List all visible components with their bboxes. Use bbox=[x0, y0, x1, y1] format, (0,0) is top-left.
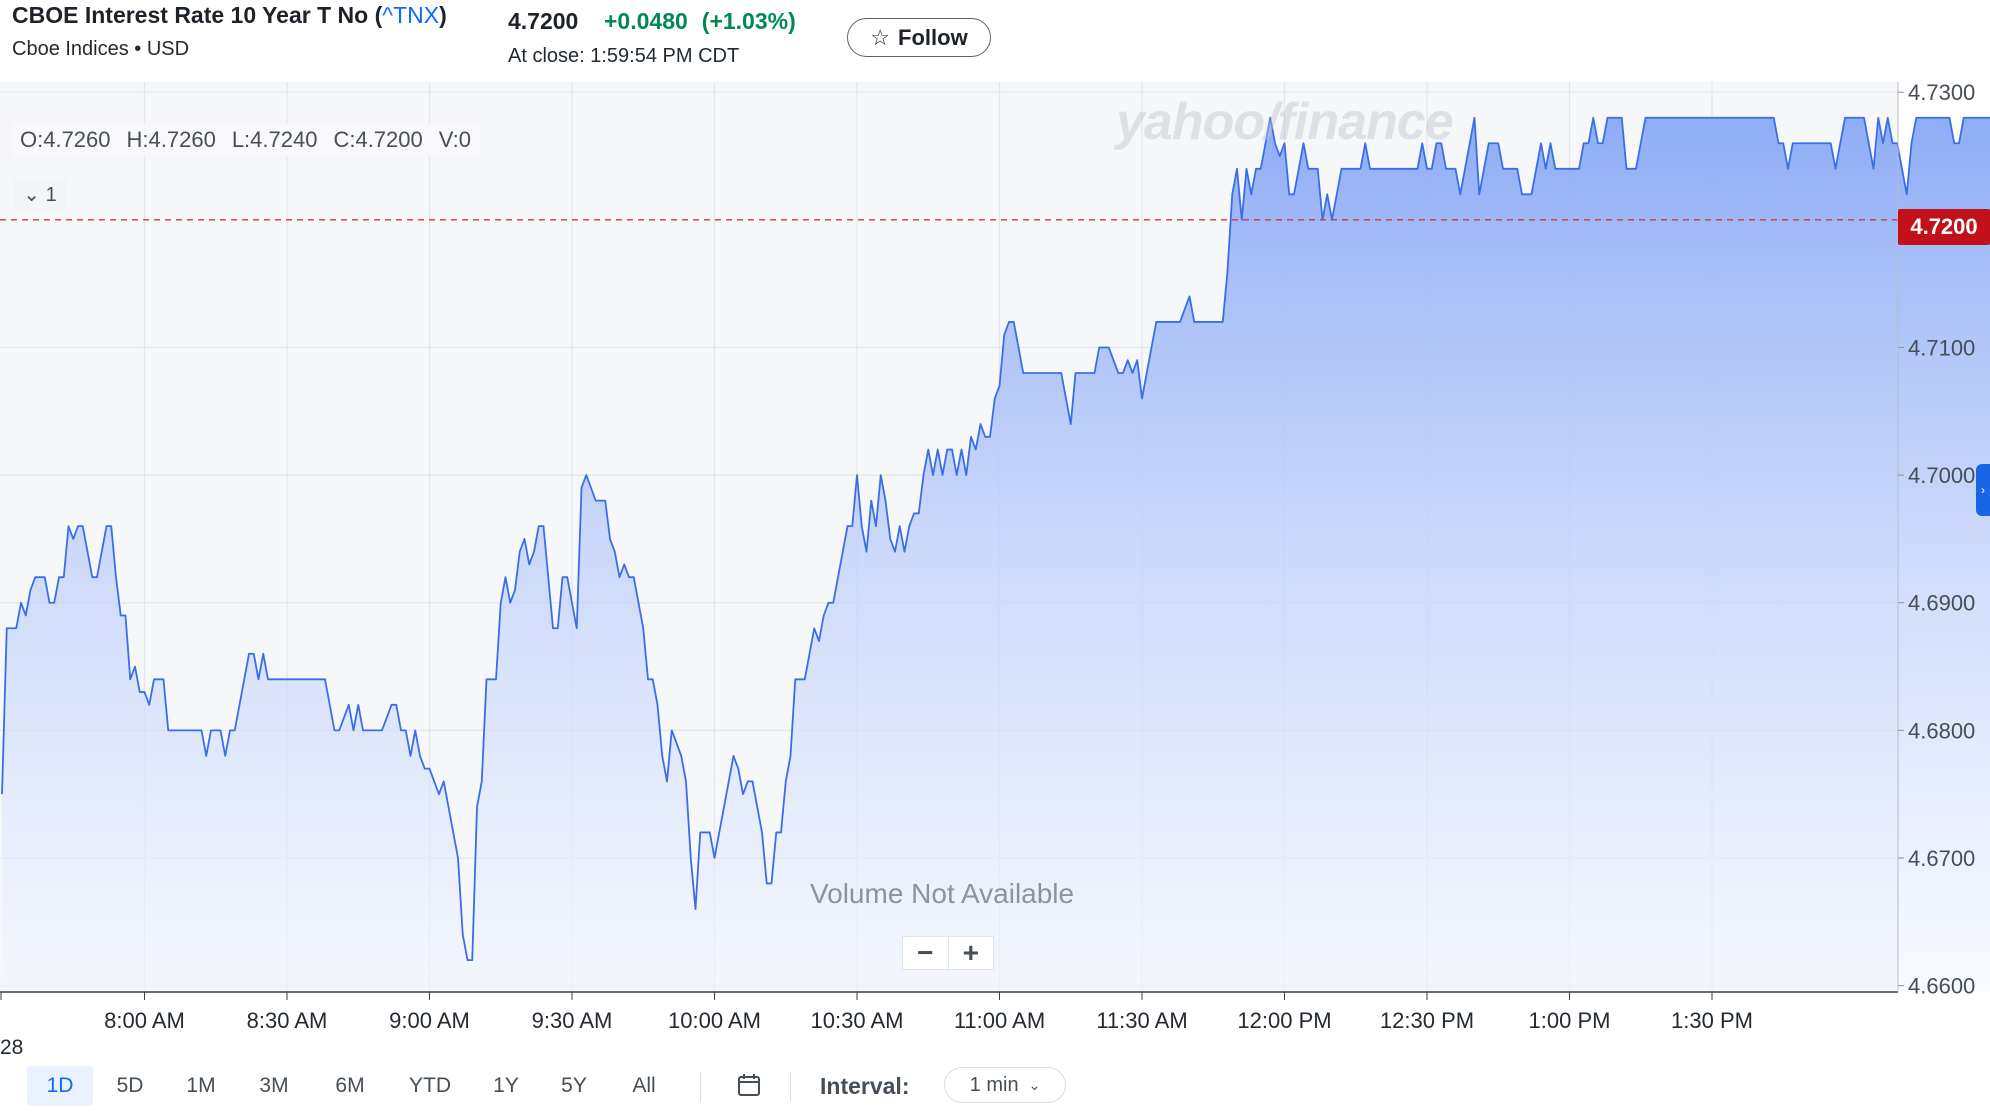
series-collapse-toggle[interactable]: ⌄ 1 bbox=[14, 178, 66, 210]
x-tick-label: 9:30 AM bbox=[532, 1008, 613, 1033]
range-5y[interactable]: 5Y bbox=[548, 1066, 600, 1106]
range-all[interactable]: All bbox=[616, 1066, 672, 1106]
x-tick-label: 10:30 AM bbox=[811, 1008, 904, 1033]
y-tick-label: 4.6900 bbox=[1908, 591, 1975, 616]
quote-name: CBOE Interest Rate 10 Year T No ( bbox=[12, 2, 383, 28]
range-6m[interactable]: 6M bbox=[322, 1066, 378, 1106]
follow-button[interactable]: ☆ Follow bbox=[847, 18, 991, 57]
chevron-down-icon: ⌄ bbox=[1028, 1076, 1041, 1093]
y-tick-label: 4.6600 bbox=[1908, 974, 1975, 999]
quote-title: CBOE Interest Rate 10 Year T No (^TNX) bbox=[12, 2, 447, 29]
close-time: At close: 1:59:54 PM CDT bbox=[508, 45, 740, 67]
last-price-tag: 4.7200 bbox=[1898, 209, 1990, 245]
range-1m[interactable]: 1M bbox=[174, 1066, 228, 1106]
range-1d[interactable]: 1D bbox=[27, 1066, 93, 1106]
star-icon: ☆ bbox=[870, 24, 891, 50]
zoom-out-button[interactable]: − bbox=[903, 937, 949, 969]
ohlc-open: O:4.7260 bbox=[20, 127, 111, 152]
zoom-controls: − + bbox=[902, 936, 994, 970]
current-price: 4.7200 bbox=[508, 8, 579, 34]
interval-value: 1 min bbox=[969, 1073, 1019, 1096]
x-tick-label: 9:00 AM bbox=[389, 1008, 470, 1033]
chevron-right-icon: › bbox=[1981, 483, 1985, 497]
x-tick-label: 12:00 PM bbox=[1237, 1008, 1331, 1033]
ohlc-volume: V:0 bbox=[438, 127, 471, 152]
follow-label: Follow bbox=[898, 24, 968, 50]
range-toolbar: 1D 5D 1M 3M 6M YTD 1Y 5Y All Interval: 1… bbox=[0, 1066, 1990, 1108]
change-percent: (+1.03%) bbox=[701, 8, 796, 34]
price-change: +0.0480 (+1.03%) bbox=[604, 8, 810, 35]
x-tick-label: 8:30 AM bbox=[247, 1008, 328, 1033]
toolbar-divider-2 bbox=[790, 1072, 791, 1102]
x-tick-label: 10:00 AM bbox=[668, 1008, 761, 1033]
range-3m[interactable]: 3M bbox=[246, 1066, 302, 1106]
ticker-symbol[interactable]: ^TNX bbox=[382, 2, 439, 28]
toolbar-divider bbox=[700, 1072, 701, 1102]
ohlc-high: H:4.7260 bbox=[126, 127, 216, 152]
y-tick-label: 4.7300 bbox=[1908, 82, 1975, 105]
x-tick-label: 1:00 PM bbox=[1529, 1008, 1611, 1033]
range-5d[interactable]: 5D bbox=[103, 1066, 157, 1106]
exchange-currency: Cboe Indices • USD bbox=[12, 38, 190, 60]
date-label: 28 bbox=[0, 1036, 24, 1059]
volume-note: Volume Not Available bbox=[810, 878, 1075, 909]
x-tick-label: 11:30 AM bbox=[1096, 1008, 1187, 1033]
y-tick-label: 4.7100 bbox=[1908, 335, 1975, 360]
expand-panel-tab[interactable]: › bbox=[1976, 464, 1990, 516]
y-tick-label: 4.7000 bbox=[1908, 463, 1975, 488]
y-tick-label: 4.6800 bbox=[1908, 718, 1975, 743]
x-tick-label: 11:00 AM bbox=[954, 1008, 1045, 1033]
ohlc-readout: O:4.7260 H:4.7260 L:4.7240 C:4.7200 V:0 bbox=[12, 123, 479, 157]
x-tick-label: 1:30 PM bbox=[1671, 1008, 1753, 1033]
quote-title-close: ) bbox=[439, 2, 447, 28]
ohlc-close: C:4.7200 bbox=[333, 127, 423, 152]
y-tick-label: 4.6700 bbox=[1908, 846, 1975, 871]
interval-label: Interval: bbox=[820, 1072, 910, 1099]
range-1y[interactable]: 1Y bbox=[480, 1066, 532, 1106]
price-chart[interactable]: 8:00 AM 8:30 AM 9:00 AM 9:30 AM 10:00 AM 10:3… bbox=[0, 82, 1990, 1112]
x-tick-label: 8:00 AM bbox=[104, 1008, 185, 1033]
x-tick-label: 12:30 PM bbox=[1380, 1008, 1474, 1033]
range-ytd[interactable]: YTD bbox=[398, 1066, 462, 1106]
ohlc-low: L:4.7240 bbox=[231, 127, 318, 152]
calendar-icon[interactable] bbox=[736, 1072, 762, 1098]
change-value: +0.0480 bbox=[604, 8, 688, 34]
zoom-in-button[interactable]: + bbox=[949, 937, 994, 969]
interval-select[interactable]: 1 min ⌄ bbox=[944, 1067, 1066, 1103]
x-axis-ticks: 8:00 AM 8:30 AM 9:00 AM 9:30 AM 10:00 AM 10:3… bbox=[0, 992, 1753, 1033]
yahoo-finance-watermark: yahoo/finance bbox=[1116, 93, 1454, 151]
